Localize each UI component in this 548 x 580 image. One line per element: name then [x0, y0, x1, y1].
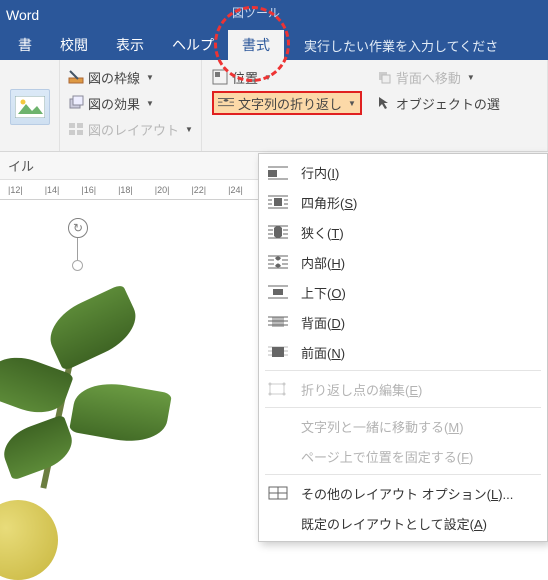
wrap-front-icon: [267, 343, 289, 361]
wrap-tight-icon: [267, 223, 289, 241]
picture-border-button[interactable]: 図の枠線▼: [68, 64, 193, 90]
edit-wrap-points: 折り返し点の編集(E): [259, 374, 547, 404]
wrap-behind[interactable]: 背面(D): [259, 307, 547, 337]
arrange-group: 位置▼ 文字列の折り返し▼ 背面へ移動▼ オブジェクトの選: [202, 60, 548, 151]
picture-styles-group: 図の枠線▼ 図の効果▼ 図のレイアウト▼: [60, 60, 202, 151]
menu-separator: [265, 474, 541, 475]
edit-points-icon: [267, 380, 289, 398]
rotate-connector: [77, 238, 78, 262]
wrap-square[interactable]: 四角形(S): [259, 187, 547, 217]
tab-review[interactable]: 校閲: [46, 30, 102, 60]
menu-separator: [265, 407, 541, 408]
wrap-text-menu: 行内(I) 四角形(S) 狭く(T) 内部(H) 上下(O) 背面(D) 前面(…: [258, 153, 548, 542]
selection-pane-button[interactable]: オブジェクトの選: [376, 90, 500, 116]
wrap-top-bottom[interactable]: 上下(O): [259, 277, 547, 307]
fix-position-on-page: ページ上で位置を固定する(F): [259, 441, 547, 471]
effects-icon: [68, 95, 84, 111]
chevron-down-icon: ▼: [185, 125, 193, 134]
menu-bar: 書 校閲 表示 ヘルプ 書式 実行したい作業を入力してくださ: [0, 30, 548, 60]
layout-icon: [68, 121, 84, 137]
tab-view[interactable]: 表示: [102, 30, 158, 60]
send-backward-button[interactable]: 背面へ移動▼: [376, 64, 500, 90]
inserted-picture[interactable]: [0, 290, 178, 550]
set-default-layout[interactable]: 既定のレイアウトとして設定(A): [259, 508, 547, 538]
tab-help[interactable]: ヘルプ: [158, 30, 228, 60]
picture-styles-gallery[interactable]: [0, 60, 60, 151]
wrap-icon: [218, 95, 234, 111]
wrap-text-button[interactable]: 文字列の折り返し▼: [212, 90, 362, 116]
position-icon: [212, 69, 228, 85]
picture-layout-button[interactable]: 図のレイアウト▼: [68, 116, 193, 142]
tab-format[interactable]: 書式: [228, 30, 284, 60]
chevron-down-icon: ▼: [467, 73, 475, 82]
chevron-down-icon: ▼: [264, 73, 272, 82]
wrap-square-icon: [267, 193, 289, 211]
tab-references-partial[interactable]: 書: [4, 30, 46, 60]
position-button[interactable]: 位置▼: [212, 64, 362, 90]
wrap-inline-icon: [267, 163, 289, 181]
selection-icon: [376, 95, 392, 111]
wrap-through[interactable]: 内部(H): [259, 247, 547, 277]
menu-separator: [265, 370, 541, 371]
picture-tools-tab-label: 図ツール: [232, 4, 280, 21]
chevron-down-icon: ▼: [146, 99, 154, 108]
wrap-topbottom-icon: [267, 283, 289, 301]
wrap-behind-icon: [267, 313, 289, 331]
wrap-through-icon: [267, 253, 289, 271]
chevron-down-icon: ▼: [348, 99, 356, 108]
ribbon: 図の枠線▼ 図の効果▼ 図のレイアウト▼ 位置▼ 文字列の折り返し▼: [0, 60, 548, 152]
title-bar: Word 図ツール: [0, 0, 548, 30]
picture-style-thumb: [10, 89, 50, 125]
tell-me-input[interactable]: 実行したい作業を入力してくださ: [304, 36, 498, 55]
move-with-text: 文字列と一緒に移動する(M): [259, 411, 547, 441]
more-layout-icon: [267, 484, 289, 502]
chevron-down-icon: ▼: [146, 73, 154, 82]
send-backward-icon: [376, 69, 392, 85]
wrap-front[interactable]: 前面(N): [259, 337, 547, 367]
resize-handle-top[interactable]: [72, 260, 83, 271]
wrap-tight[interactable]: 狭く(T): [259, 217, 547, 247]
rotate-handle[interactable]: [68, 218, 88, 238]
more-layout-options[interactable]: その他のレイアウト オプション(L)...: [259, 478, 547, 508]
app-title: Word: [0, 7, 39, 23]
picture-effects-button[interactable]: 図の効果▼: [68, 90, 193, 116]
wrap-inline[interactable]: 行内(I): [259, 157, 547, 187]
pen-border-icon: [68, 69, 84, 85]
